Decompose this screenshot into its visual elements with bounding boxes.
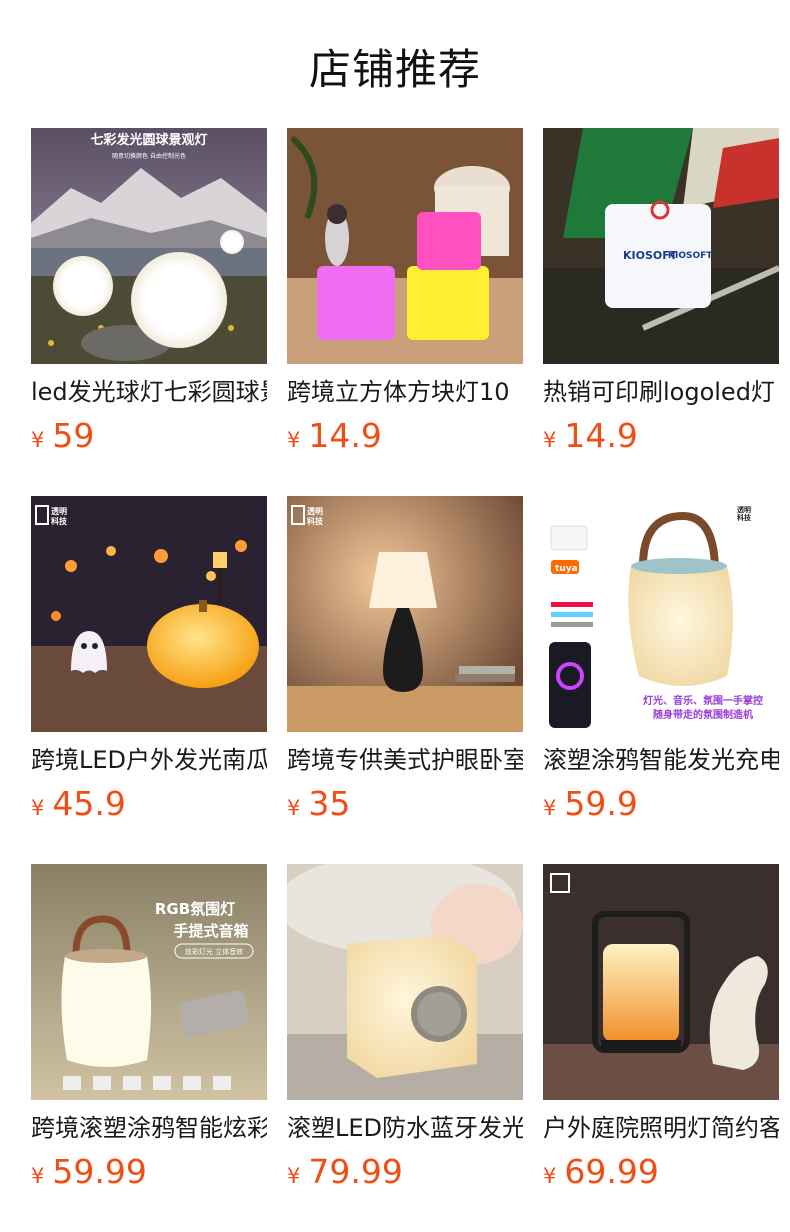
product-name[interactable]: 热销可印刷logoled灯 — [543, 376, 779, 408]
brand-text: 科技 — [51, 516, 68, 526]
price-value: 14.9 — [564, 416, 638, 455]
product-card[interactable]: tuya 透明 科技 灯光、音乐、氛围一手掌控 随身带走的氛围制造机 滚塑涂鸦智… — [543, 496, 779, 836]
product-name[interactable]: 跨境滚塑涂鸦智能炫彩 — [31, 1112, 267, 1144]
currency-symbol: ¥ — [287, 428, 301, 452]
currency-symbol: ¥ — [287, 1164, 301, 1188]
product-card[interactable]: KIOSOFT KIOSOFT 热销可印刷logoled灯 ¥14.9 — [543, 128, 779, 468]
currency-symbol: ¥ — [287, 796, 301, 820]
product-name[interactable]: 滚塑涂鸦智能发光充电 — [543, 744, 779, 776]
product-card[interactable]: 七彩发光圆球景观灯 随意切换颜色 自由控制光色 led发光球灯七彩圆球景观灯 ¥… — [31, 128, 267, 468]
product-image-bluetooth-cube-speaker[interactable] — [287, 864, 523, 1100]
product-price: ¥14.9 — [287, 416, 382, 456]
image-caption: 随身带走的氛围制造机 — [653, 708, 753, 721]
image-caption: 手提式音箱 — [173, 922, 248, 940]
product-price: ¥79.99 — [287, 1152, 403, 1192]
product-card[interactable]: 户外庭院照明灯简约客厅 ¥69.99 — [543, 864, 779, 1204]
product-image-logo-cube-light[interactable]: KIOSOFT KIOSOFT — [543, 128, 779, 364]
product-price: ¥45.9 — [31, 784, 126, 824]
price-value: 14.9 — [308, 416, 382, 455]
image-caption: RGB氛围灯 — [155, 900, 235, 918]
brand-text: 科技 — [307, 516, 324, 526]
price-value: 35 — [308, 784, 351, 823]
image-logo-text: KIOSOFT — [668, 251, 713, 261]
product-card[interactable]: 透明 科技 跨境专供美式护眼卧室 ¥35 — [287, 496, 523, 836]
image-caption: 灯光、音乐、氛围一手掌控 — [643, 694, 763, 707]
product-image-table-lamp[interactable]: 透明 科技 — [287, 496, 523, 732]
price-value: 59.9 — [564, 784, 638, 823]
price-value: 69.99 — [564, 1152, 659, 1191]
product-image-garden-lantern[interactable] — [543, 864, 779, 1100]
product-price: ¥59 — [31, 416, 94, 456]
product-name[interactable]: 跨境LED户外发光南瓜 — [31, 744, 267, 776]
price-value: 79.99 — [308, 1152, 403, 1191]
product-image-glow-ball-lights[interactable]: 七彩发光圆球景观灯 随意切换颜色 自由控制光色 — [31, 128, 267, 364]
product-price: ¥59.9 — [543, 784, 638, 824]
brand-text: 透明 — [307, 506, 323, 516]
currency-symbol: ¥ — [31, 1164, 45, 1188]
currency-symbol: ¥ — [543, 796, 557, 820]
product-image-smart-lantern[interactable]: tuya 透明 科技 灯光、音乐、氛围一手掌控 随身带走的氛围制造机 — [543, 496, 779, 732]
page-title: 店铺推荐 — [308, 45, 481, 94]
product-name[interactable]: 户外庭院照明灯简约客厅 — [543, 1112, 779, 1144]
brand-text: 透明 — [51, 506, 67, 516]
image-subcaption: 随意切换颜色 自由控制光色 — [112, 152, 186, 160]
product-name[interactable]: 滚塑LED防水蓝牙发光 — [287, 1112, 523, 1144]
currency-symbol: ¥ — [543, 428, 557, 452]
brand-text: 透明 — [737, 505, 751, 514]
product-price: ¥69.99 — [543, 1152, 659, 1192]
price-value: 45.9 — [52, 784, 126, 823]
image-caption: 七彩发光圆球景观灯 — [90, 132, 207, 148]
product-card[interactable]: 跨境立方体方块灯10 ¥14.9 — [287, 128, 523, 468]
product-price: ¥59.99 — [31, 1152, 147, 1192]
product-image-cube-lights[interactable] — [287, 128, 523, 364]
brand-text: 科技 — [737, 513, 752, 522]
product-image-pumpkin-light[interactable]: 透明 科技 — [31, 496, 267, 732]
product-card[interactable]: 滚塑LED防水蓝牙发光 ¥79.99 — [287, 864, 523, 1204]
product-price: ¥14.9 — [543, 416, 638, 456]
product-image-rgb-speaker-lantern[interactable]: RGB氛围灯 手提式音箱 炫彩灯光 立体音效 — [31, 864, 267, 1100]
product-name[interactable]: 跨境专供美式护眼卧室 — [287, 744, 523, 776]
currency-symbol: ¥ — [31, 796, 45, 820]
price-value: 59 — [52, 416, 95, 455]
product-name[interactable]: led发光球灯七彩圆球景观灯 — [31, 376, 267, 408]
price-value: 59.99 — [52, 1152, 147, 1191]
product-price: ¥35 — [287, 784, 350, 824]
currency-symbol: ¥ — [543, 1164, 557, 1188]
product-card[interactable]: 透明 科技 跨境LED户外发光南瓜 ¥45.9 — [31, 496, 267, 836]
currency-symbol: ¥ — [31, 428, 45, 452]
product-name[interactable]: 跨境立方体方块灯10 — [287, 376, 523, 408]
image-subcaption: 炫彩灯光 立体音效 — [185, 947, 243, 956]
product-card[interactable]: RGB氛围灯 手提式音箱 炫彩灯光 立体音效 跨境滚塑涂鸦智能炫彩 ¥59.99 — [31, 864, 267, 1204]
tuya-logo: tuya — [555, 564, 578, 574]
